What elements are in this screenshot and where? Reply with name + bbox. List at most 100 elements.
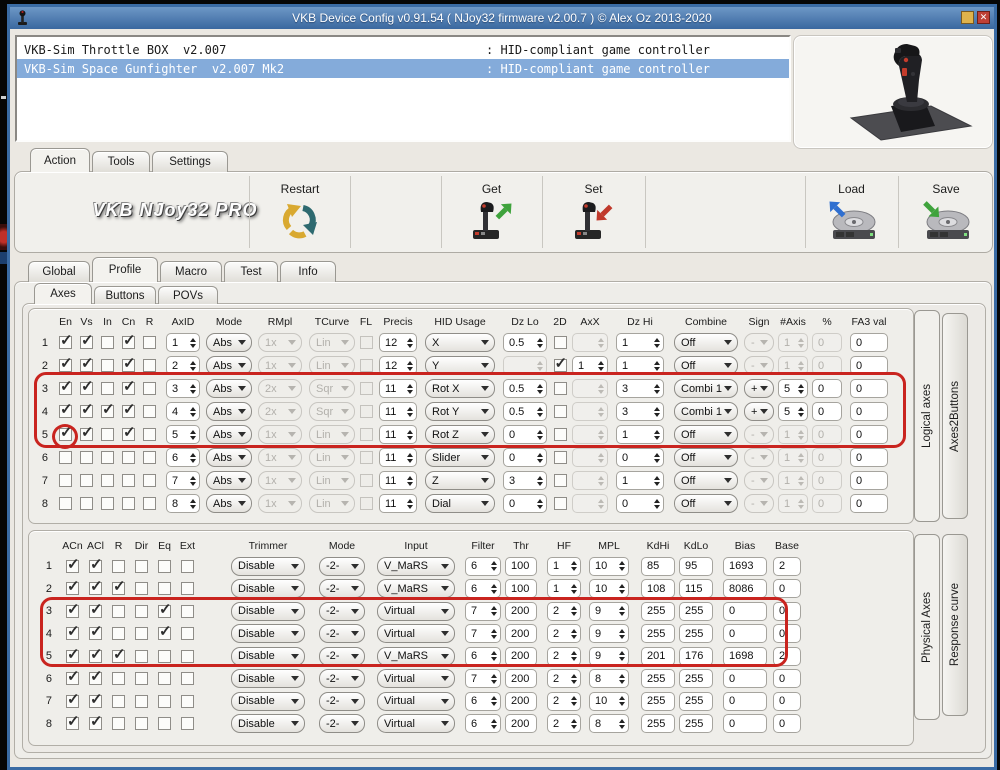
- vs-checkbox[interactable]: [80, 423, 94, 441]
- mode-select[interactable]: -2-: [319, 646, 365, 666]
- spinner-arrows-icon[interactable]: [407, 475, 413, 486]
- r-checkbox[interactable]: [143, 451, 156, 464]
- spinner-arrows-icon[interactable]: [619, 628, 625, 639]
- spinner-arrows-icon[interactable]: [798, 498, 804, 509]
- r-checkbox[interactable]: [112, 645, 126, 663]
- mpl-spinner[interactable]: 9: [589, 646, 629, 666]
- mode-select[interactable]: -2-: [319, 714, 365, 734]
- fa3-field[interactable]: 0: [850, 333, 888, 352]
- spinner-arrows-icon[interactable]: [190, 452, 196, 463]
- spinner-arrows-icon[interactable]: [654, 429, 660, 440]
- kdhi-field[interactable]: 201: [641, 646, 675, 666]
- axid-spinner[interactable]: 3: [166, 379, 200, 398]
- d2-checkbox[interactable]: [553, 428, 567, 441]
- spinner-arrows-icon[interactable]: [619, 583, 625, 594]
- en-checkbox[interactable]: [59, 497, 72, 510]
- acn-checkbox[interactable]: [66, 555, 80, 573]
- kdlo-field[interactable]: 255: [679, 624, 713, 644]
- spinner-arrows-icon[interactable]: [654, 337, 660, 348]
- fa3-field[interactable]: 0: [850, 356, 888, 375]
- tab-global[interactable]: Global: [28, 261, 90, 282]
- kdhi-field[interactable]: 85: [641, 556, 675, 576]
- bias-field[interactable]: 8086: [723, 579, 767, 599]
- thr-field[interactable]: 200: [505, 691, 537, 711]
- vs-checkbox[interactable]: [80, 474, 93, 487]
- precis-spinner[interactable]: 11: [379, 494, 417, 513]
- kdhi-field[interactable]: 108: [641, 579, 675, 599]
- in-checkbox[interactable]: [101, 382, 114, 395]
- hf-spinner[interactable]: 2: [547, 601, 581, 621]
- d2-checkbox[interactable]: [553, 474, 567, 487]
- kdlo-field[interactable]: 255: [679, 714, 713, 734]
- fa3-field[interactable]: 0: [850, 448, 888, 467]
- spinner-arrows-icon[interactable]: [654, 475, 660, 486]
- base-field[interactable]: 0: [773, 579, 801, 599]
- mode-select[interactable]: Abs: [206, 356, 252, 375]
- combine-select[interactable]: Off: [674, 471, 738, 490]
- r-checkbox[interactable]: [143, 405, 156, 418]
- combine-select[interactable]: Off: [674, 494, 738, 513]
- spinner-arrows-icon[interactable]: [407, 498, 413, 509]
- hf-spinner[interactable]: 2: [547, 624, 581, 644]
- spinner-arrows-icon[interactable]: [537, 406, 543, 417]
- ext-checkbox[interactable]: [181, 627, 194, 641]
- spinner-arrows-icon[interactable]: [491, 628, 497, 639]
- ext-checkbox[interactable]: [181, 694, 194, 708]
- d2-checkbox[interactable]: [553, 382, 567, 395]
- dzhi-spinner[interactable]: 0: [616, 448, 664, 467]
- combine-select[interactable]: Off: [674, 425, 738, 444]
- kdhi-field[interactable]: 255: [641, 624, 675, 644]
- spinner-arrows-icon[interactable]: [619, 651, 625, 662]
- spinner-arrows-icon[interactable]: [598, 406, 604, 417]
- base-field[interactable]: 0: [773, 601, 801, 621]
- spinner-arrows-icon[interactable]: [571, 651, 577, 662]
- cn-checkbox[interactable]: [122, 354, 136, 372]
- eq-checkbox[interactable]: [158, 672, 171, 686]
- mode-select[interactable]: Abs: [206, 471, 252, 490]
- ext-checkbox[interactable]: [181, 672, 194, 686]
- spinner-arrows-icon[interactable]: [537, 452, 543, 463]
- spinner-arrows-icon[interactable]: [598, 337, 604, 348]
- spinner-arrows-icon[interactable]: [491, 718, 497, 729]
- kdlo-field[interactable]: 255: [679, 601, 713, 621]
- axid-spinner[interactable]: 1: [166, 333, 200, 352]
- pct-field[interactable]: 0: [812, 402, 842, 421]
- base-field[interactable]: 2: [773, 646, 801, 666]
- spinner-arrows-icon[interactable]: [654, 452, 660, 463]
- bias-field[interactable]: 1698: [723, 646, 767, 666]
- spinner-arrows-icon[interactable]: [654, 383, 660, 394]
- mpl-spinner[interactable]: 9: [589, 601, 629, 621]
- hid-select[interactable]: Slider: [425, 448, 495, 467]
- spinner-arrows-icon[interactable]: [190, 498, 196, 509]
- hid-select[interactable]: Rot Z: [425, 425, 495, 444]
- bias-field[interactable]: 0: [723, 691, 767, 711]
- axx-spinner[interactable]: 1: [572, 356, 608, 375]
- filter-spinner[interactable]: 7: [465, 624, 501, 644]
- tab-profile[interactable]: Profile: [92, 257, 158, 282]
- fa3-field[interactable]: 0: [850, 471, 888, 490]
- cn-checkbox[interactable]: [122, 331, 136, 349]
- spinner-arrows-icon[interactable]: [654, 406, 660, 417]
- input-select[interactable]: V_MaRS: [377, 579, 455, 599]
- en-checkbox[interactable]: [59, 451, 72, 464]
- in-checkbox[interactable]: [101, 359, 114, 372]
- side-tab-axes2buttons[interactable]: Axes2Buttons: [942, 313, 968, 519]
- spinner-arrows-icon[interactable]: [598, 360, 604, 371]
- r-checkbox[interactable]: [143, 336, 156, 349]
- kdhi-field[interactable]: 255: [641, 691, 675, 711]
- trim-select[interactable]: Disable: [231, 556, 305, 576]
- mode-select[interactable]: Abs: [206, 333, 252, 352]
- in-checkbox[interactable]: [101, 451, 114, 464]
- dzlo-spinner[interactable]: 0: [503, 448, 547, 467]
- filter-spinner[interactable]: 6: [465, 579, 501, 599]
- thr-field[interactable]: 200: [505, 669, 537, 689]
- spinner-arrows-icon[interactable]: [407, 383, 413, 394]
- ext-checkbox[interactable]: [181, 582, 194, 596]
- thr-field[interactable]: 100: [505, 556, 537, 576]
- spinner-arrows-icon[interactable]: [537, 383, 543, 394]
- r-checkbox[interactable]: [143, 474, 156, 487]
- trim-select[interactable]: Disable: [231, 691, 305, 711]
- dzhi-spinner[interactable]: 0: [616, 494, 664, 513]
- spinner-arrows-icon[interactable]: [619, 561, 625, 572]
- en-checkbox[interactable]: [59, 377, 73, 395]
